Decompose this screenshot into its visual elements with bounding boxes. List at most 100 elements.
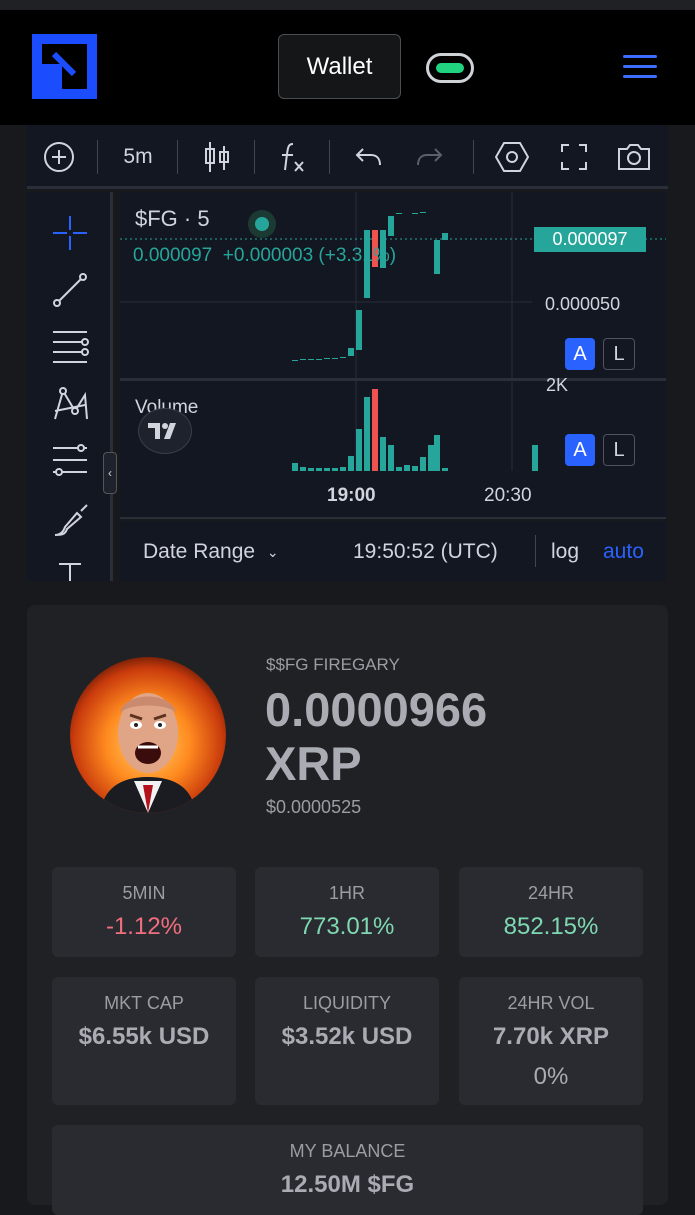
wallet-button[interactable]: Wallet	[278, 34, 401, 99]
price-pane[interactable]: $FG · 5 0.000097 +0.000003 (+3.31%) 0.00…	[120, 192, 666, 378]
stat-label: 24HR VOL	[507, 993, 595, 1013]
candle	[396, 213, 402, 214]
drawing-toolbar	[27, 192, 113, 581]
candle	[356, 310, 362, 350]
volume-auto-scale-button[interactable]: A	[565, 434, 595, 466]
stat-5min: 5MIN -1.12%	[52, 867, 236, 957]
volume-bar	[388, 445, 394, 471]
stat-value: 7.70k XRP	[492, 1023, 610, 1050]
toggle-knob	[436, 63, 464, 73]
log-toggle[interactable]: log	[551, 540, 579, 564]
volume-log-scale-button[interactable]: L	[603, 434, 635, 466]
stat-value: 852.15%	[503, 913, 599, 940]
axis-label: 0.000050	[545, 294, 621, 314]
stat-label: MY BALANCE	[289, 1141, 406, 1161]
stat-value: -1.12%	[105, 913, 183, 940]
stat-subvalue: 0%	[533, 1063, 569, 1090]
status-strip	[0, 0, 695, 10]
candle	[348, 348, 354, 356]
volume-bar	[372, 389, 378, 471]
interval-button[interactable]: 5m	[111, 137, 165, 177]
auto-scale-button[interactable]: A	[565, 338, 595, 370]
redo-icon[interactable]	[409, 137, 449, 177]
token-price-unit: XRP	[265, 737, 362, 790]
stat-label: 24HR	[527, 883, 575, 903]
hamburger-menu-icon[interactable]	[623, 55, 657, 79]
tradingview-logo-icon	[138, 408, 192, 454]
candle	[412, 213, 418, 214]
stat-liquidity: LIQUIDITY $3.52k USD	[255, 977, 439, 1105]
utc-clock[interactable]: 19:50:52 (UTC)	[353, 540, 498, 564]
top-bar: Wallet	[0, 0, 695, 125]
candle	[340, 357, 346, 358]
candle	[292, 360, 298, 361]
stat-label: 5MIN	[122, 883, 166, 903]
settings-icon[interactable]	[492, 137, 532, 177]
token-name: $$FG FIREGARY	[266, 655, 400, 674]
fullscreen-icon[interactable]	[554, 137, 594, 177]
log-scale-button[interactable]: L	[603, 338, 635, 370]
token-usd-price: $0.0000525	[266, 797, 362, 817]
stat-24hr-volume: 24HR VOL 7.70k XRP 0%	[459, 977, 643, 1105]
candle	[434, 240, 440, 274]
stat-label: 1HR	[328, 883, 365, 903]
divider	[535, 535, 536, 567]
fib-levels-icon[interactable]	[49, 326, 91, 368]
time-axis[interactable]: 19:00 20:30	[120, 471, 666, 519]
date-range-label: Date Range	[143, 540, 256, 563]
volume-bar	[356, 429, 362, 471]
market-status-icon	[248, 210, 276, 238]
volume-axis-label: 2K	[546, 375, 569, 395]
collapse-toolbar-button[interactable]: ‹	[103, 452, 117, 494]
volume-bar	[348, 456, 354, 471]
candle	[308, 359, 314, 360]
candles-icon[interactable]	[197, 137, 237, 177]
candle	[420, 212, 426, 213]
volume-bar	[380, 437, 386, 471]
candle	[332, 358, 338, 359]
chart-toolbar: 5m	[27, 125, 668, 189]
network-toggle[interactable]	[426, 53, 474, 83]
price-tag: 0.000097	[534, 227, 646, 252]
time-tick: 20:30	[484, 485, 532, 506]
stat-value: 773.01%	[299, 913, 395, 940]
candle	[442, 233, 448, 240]
candle	[300, 359, 306, 360]
indicators-icon[interactable]	[272, 137, 312, 177]
pattern-icon[interactable]	[49, 383, 91, 425]
ohlc-change: 0.000097 +0.000003 (+3.31%)	[133, 245, 397, 266]
volume-bar	[364, 397, 370, 471]
stat-my-balance: MY BALANCE 12.50M $FG	[52, 1125, 643, 1215]
symbol-label: $FG · 5	[135, 206, 210, 231]
crosshair-icon[interactable]	[49, 212, 91, 254]
trend-line-icon[interactable]	[49, 269, 91, 311]
volume-bar	[420, 457, 426, 471]
text-tool-icon[interactable]	[49, 556, 91, 581]
stat-label: LIQUIDITY	[302, 993, 391, 1013]
volume-pane[interactable]: 2K Volume A L	[120, 375, 666, 471]
app-logo[interactable]	[32, 34, 97, 99]
screenshot-icon[interactable]	[614, 137, 654, 177]
volume-bar	[292, 463, 298, 471]
auto-toggle[interactable]: auto	[603, 540, 644, 564]
stat-value: $3.52k USD	[281, 1023, 413, 1050]
stat-24hr: 24HR 852.15%	[459, 867, 643, 957]
volume-bar	[428, 445, 434, 471]
date-range-button[interactable]: Date Range ⌄	[143, 540, 279, 564]
stat-value: $6.55k USD	[78, 1023, 210, 1050]
logo-icon	[42, 44, 87, 89]
stat-market-cap: MKT CAP $6.55k USD	[52, 977, 236, 1105]
candle	[324, 358, 330, 359]
token-avatar	[70, 657, 226, 813]
brush-icon[interactable]	[49, 499, 91, 541]
stat-1hr: 1HR 773.01%	[255, 867, 439, 957]
undo-icon[interactable]	[349, 137, 389, 177]
volume-bar	[434, 435, 440, 471]
volume-bar	[532, 445, 538, 471]
token-price: 0.0000966	[265, 683, 488, 736]
chevron-down-icon: ⌄	[266, 543, 279, 560]
time-tick: 19:00	[327, 485, 376, 506]
chart-footer: Date Range ⌄ 19:50:52 (UTC) log auto	[120, 521, 666, 581]
forecast-icon[interactable]	[49, 440, 91, 482]
add-icon[interactable]	[39, 137, 79, 177]
